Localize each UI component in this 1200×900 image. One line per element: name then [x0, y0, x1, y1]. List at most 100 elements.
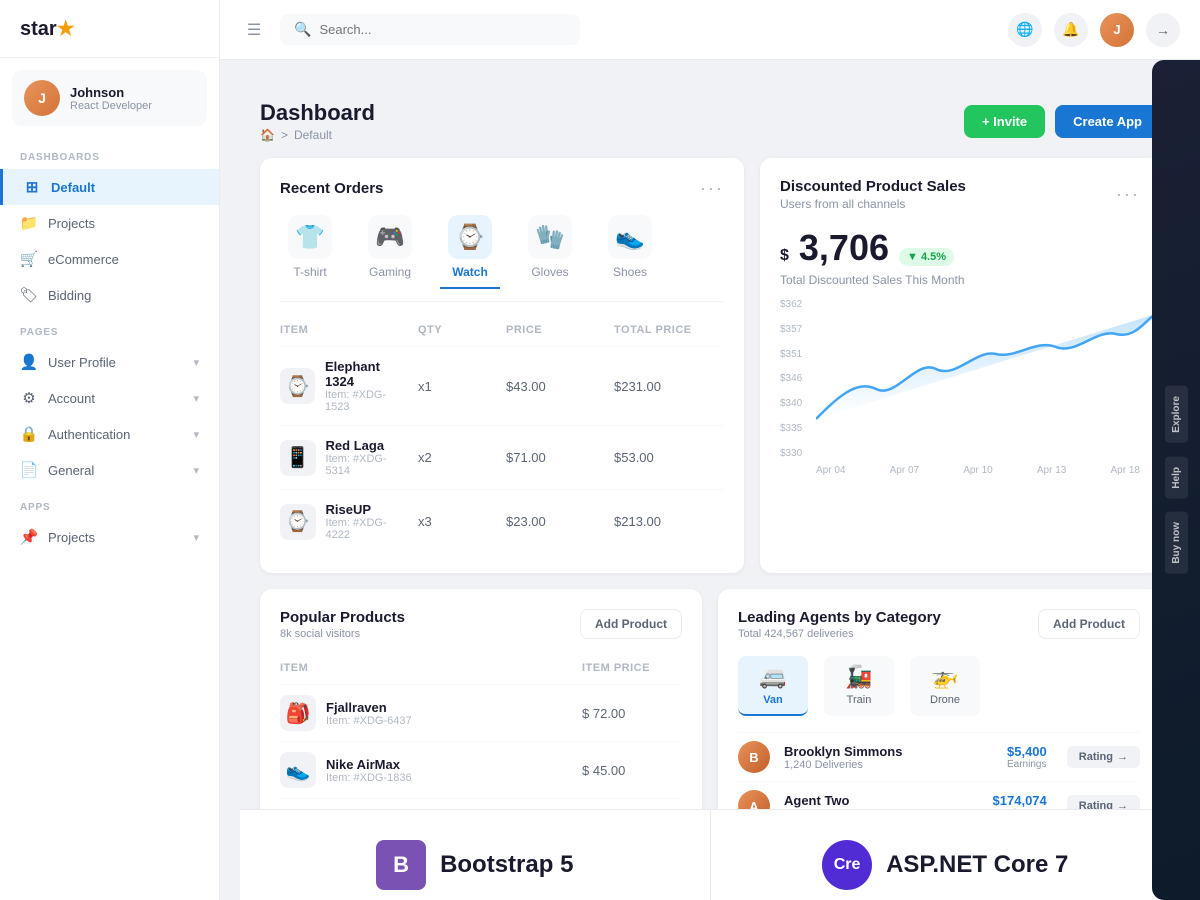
product-info: 🎒 Fjallraven Item: #XDG-6437 — [280, 695, 574, 731]
logo: star★ — [20, 18, 75, 40]
chart-x-labels: Apr 04 Apr 07 Apr 10 Apr 13 Apr 18 — [780, 465, 1140, 476]
promo-overlay: B Bootstrap 5 Cre ASP.NET Core 7 — [240, 809, 1180, 900]
content: Dashboard 🏠 > Default + Invite Create Ap… — [240, 80, 1180, 900]
tab-train-label: Train — [847, 694, 872, 706]
total-cell: $213.00 — [614, 514, 724, 529]
gloves-icon: 🧤 — [528, 215, 572, 259]
tab-gaming[interactable]: 🎮 Gaming — [360, 215, 420, 289]
total-cell: $53.00 — [614, 450, 724, 465]
create-app-button[interactable]: Create App — [1055, 105, 1160, 138]
chart-y-labels: $362 $357 $351 $346 $340 $335 $330 — [780, 299, 802, 459]
drone-icon: 🚁 — [931, 664, 958, 690]
avatar: J — [24, 80, 60, 116]
tab-drone[interactable]: 🚁 Drone — [910, 656, 980, 716]
collapse-button[interactable]: ☰ — [240, 16, 268, 44]
chart-x-label: Apr 18 — [1111, 465, 1140, 476]
sidebar-item-ecommerce[interactable]: 🛒 eCommerce — [0, 241, 219, 277]
explore-tab[interactable]: Explore — [1165, 386, 1188, 443]
breadcrumb-current: Default — [294, 128, 332, 142]
chart-label: $335 — [780, 423, 802, 434]
qty-cell: x2 — [418, 450, 498, 465]
product-info: ⌚ Elephant 1324 Item: #XDG-1523 — [280, 359, 410, 413]
product-info: 📱 Red Laga Item: #XDG-5314 — [280, 438, 410, 477]
tab-tshirt-label: T-shirt — [293, 265, 326, 279]
card-menu-icon[interactable]: ··· — [1116, 184, 1140, 205]
tab-gloves[interactable]: 🧤 Gloves — [520, 215, 580, 289]
agent-name: Agent Two — [784, 793, 983, 808]
popular-header-info: Popular Products 8k social visitors — [280, 609, 405, 640]
sidebar-item-default[interactable]: ⊞ Default — [0, 169, 219, 205]
sidebar-item-projects[interactable]: 📁 Projects — [0, 205, 219, 241]
product-details: Red Laga Item: #XDG-5314 — [326, 438, 410, 477]
price-cell: $23.00 — [506, 514, 606, 529]
rating-button[interactable]: Rating → — [1067, 746, 1140, 768]
sidebar: star★ J Johnson React Developer DASHBOAR… — [0, 0, 220, 900]
sidebar-item-label: Projects — [48, 530, 95, 545]
tab-shoes[interactable]: 👟 Shoes — [600, 215, 660, 289]
buy-now-tab[interactable]: Buy now — [1165, 512, 1188, 574]
add-product-button[interactable]: Add Product — [580, 609, 682, 639]
qty-cell: x1 — [418, 379, 498, 394]
search-box[interactable]: 🔍 — [280, 14, 580, 45]
qty-cell: x3 — [418, 514, 498, 529]
pages-label: PAGES — [0, 313, 219, 344]
tab-train[interactable]: 🚂 Train — [824, 656, 894, 716]
sales-title: Discounted Product Sales — [780, 178, 966, 195]
product-details: RiseUP Item: #XDG-4222 — [326, 502, 410, 541]
category-tabs: 🚐 Van 🚂 Train 🚁 Drone — [738, 656, 1140, 716]
bell-icon[interactable]: 🔔 — [1054, 13, 1088, 47]
sidebar-item-projects-app[interactable]: 📌 Projects ▾ — [0, 519, 219, 555]
grid-icon: ⊞ — [23, 178, 41, 196]
invite-button[interactable]: + Invite — [964, 105, 1045, 138]
tab-van[interactable]: 🚐 Van — [738, 656, 808, 716]
add-product-button-agents[interactable]: Add Product — [1038, 609, 1140, 639]
card-header: Recent Orders ··· — [280, 178, 724, 199]
user-info: Johnson React Developer — [70, 85, 152, 112]
sidebar-item-account[interactable]: ⚙ Account ▾ — [0, 380, 219, 416]
item-price: $ 72.00 — [582, 706, 682, 721]
dashboards-label: DASHBOARDS — [0, 138, 219, 169]
gear-icon: ⚙ — [20, 389, 38, 407]
tab-tshirt[interactable]: 👕 T-shirt — [280, 215, 340, 289]
sidebar-item-authentication[interactable]: 🔒 Authentication ▾ — [0, 416, 219, 452]
search-input[interactable] — [319, 22, 566, 37]
sidebar-item-label: User Profile — [48, 355, 116, 370]
popular-subtitle: 8k social visitors — [280, 628, 405, 640]
tab-gloves-label: Gloves — [531, 265, 568, 279]
product-image: 👟 — [280, 752, 316, 788]
popular-table-header: ITEM ITEM PRICE — [280, 656, 682, 680]
table-row: 📱 Red Laga Item: #XDG-5314 x2 $71.00 $53… — [280, 425, 724, 489]
help-tab[interactable]: Help — [1165, 457, 1188, 499]
aspnet-icon: Cre — [822, 840, 872, 890]
sidebar-item-general[interactable]: 📄 General ▾ — [0, 452, 219, 488]
col-qty: QTY — [418, 324, 498, 336]
list-item: 👟 Nike AirMax Item: #XDG-1836 $ 45.00 — [280, 741, 682, 798]
price-cell: $43.00 — [506, 379, 606, 394]
agents-title: Leading Agents by Category — [738, 609, 941, 626]
chart-label: $362 — [780, 299, 802, 310]
agent-deliveries: 1,240 Deliveries — [784, 759, 997, 771]
product-details: Elephant 1324 Item: #XDG-1523 — [325, 359, 410, 413]
col-item: ITEM — [280, 662, 574, 674]
chart-x-label: Apr 13 — [1037, 465, 1066, 476]
card-header: Popular Products 8k social visitors Add … — [280, 609, 682, 640]
total-cell: $231.00 — [614, 379, 724, 394]
product-details: Fjallraven Item: #XDG-6437 — [326, 700, 412, 727]
card-menu-icon[interactable]: ··· — [700, 178, 724, 199]
logo-star: ★ — [57, 18, 75, 40]
agents-subtitle: Total 424,567 deliveries — [738, 628, 941, 640]
sidebar-item-user-profile[interactable]: 👤 User Profile ▾ — [0, 344, 219, 380]
chevron-down-icon: ▾ — [193, 531, 199, 544]
user-card[interactable]: J Johnson React Developer — [12, 70, 207, 126]
col-price: ITEM PRICE — [582, 662, 682, 674]
product-name: RiseUP — [326, 502, 410, 517]
agent-stats: $5,400 Earnings Rating → — [1007, 744, 1140, 770]
topbar-avatar[interactable]: J — [1100, 13, 1134, 47]
chart-svg — [816, 299, 1156, 459]
product-info: ⌚ RiseUP Item: #XDG-4222 — [280, 502, 410, 541]
list-item: B Brooklyn Simmons 1,240 Deliveries $5,4… — [738, 732, 1140, 781]
sidebar-item-bidding[interactable]: 🏷 Bidding — [0, 277, 219, 313]
globe-icon[interactable]: 🌐 — [1008, 13, 1042, 47]
arrow-icon[interactable]: → — [1146, 13, 1180, 47]
tab-watch[interactable]: ⌚ Watch — [440, 215, 500, 289]
